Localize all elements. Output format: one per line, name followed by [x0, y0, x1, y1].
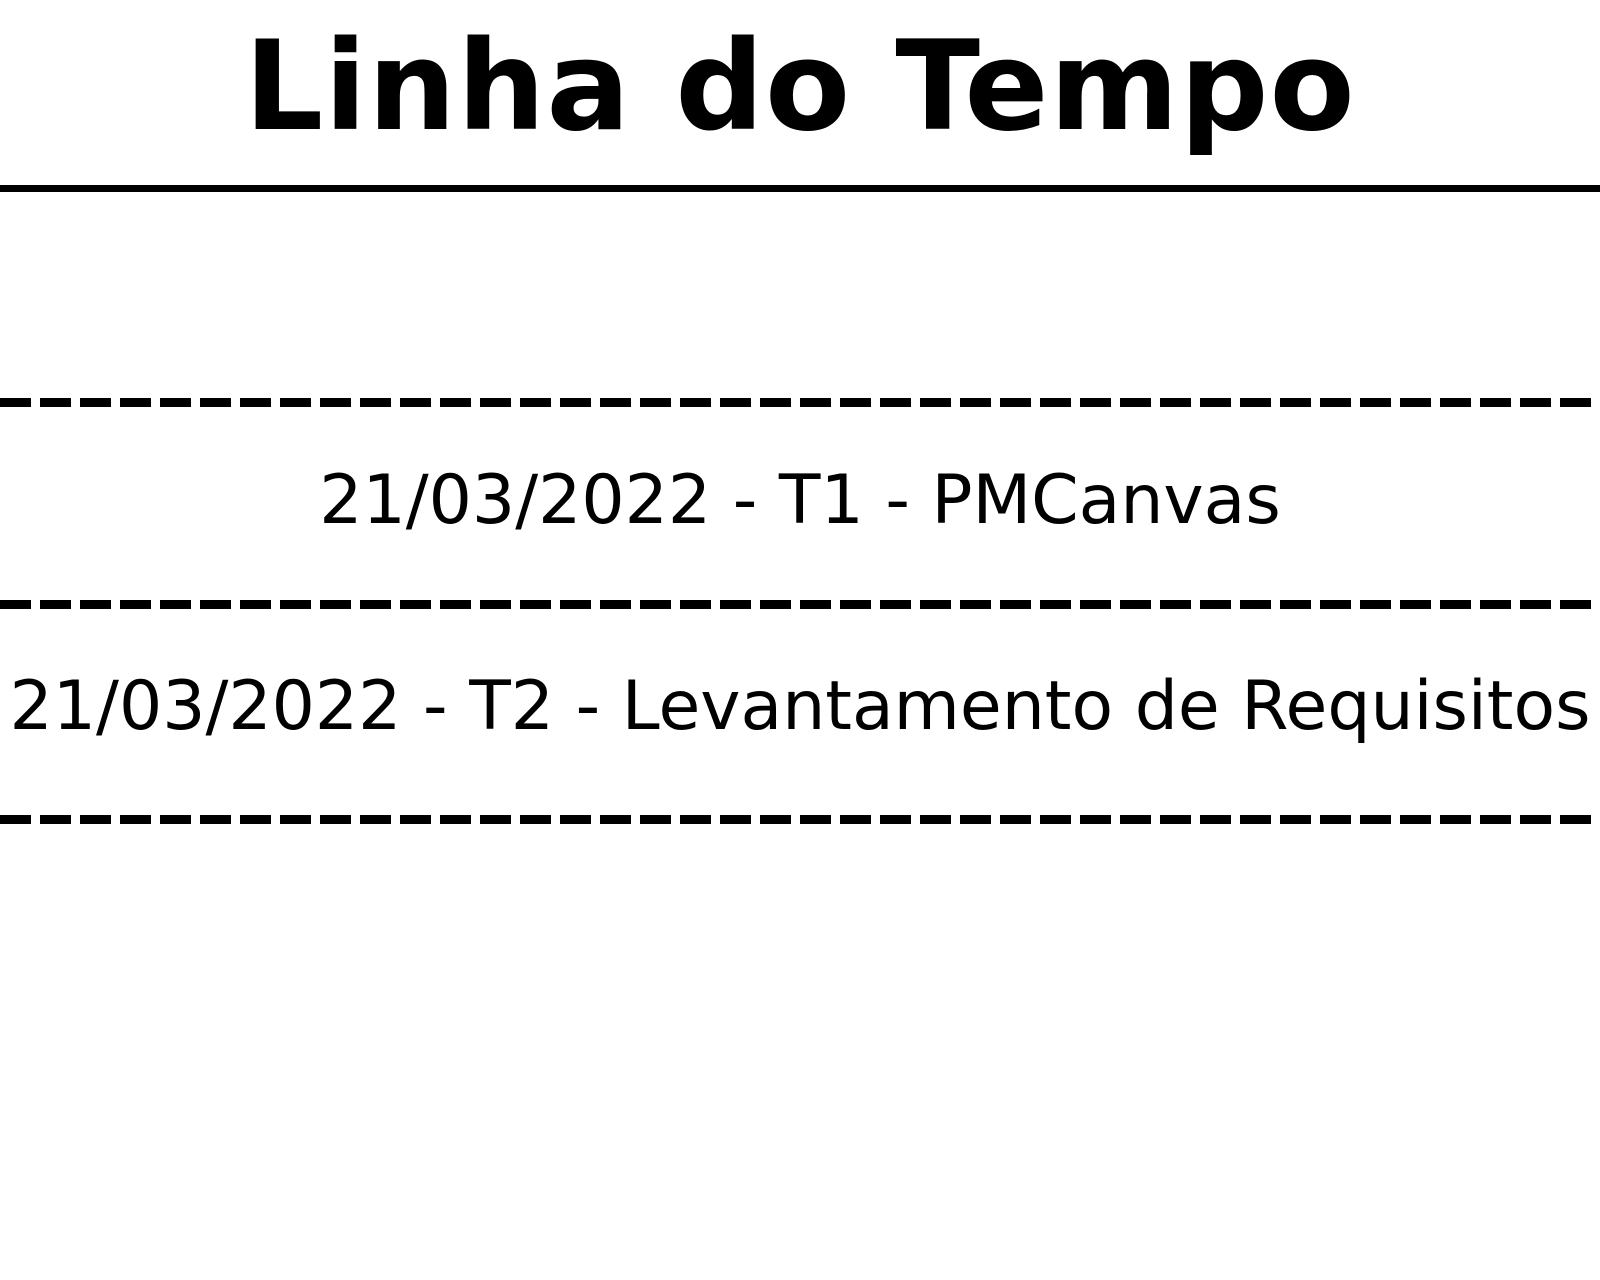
- title-divider: [0, 185, 1600, 192]
- page-title: Linha do Tempo: [244, 15, 1356, 159]
- timeline-entry-t2: 21/03/2022 - T2 - Levantamento de Requis…: [9, 667, 1591, 746]
- dashed-divider-middle: [0, 600, 1600, 609]
- timeline-entry-t1: 21/03/2022 - T1 - PMCanvas: [319, 461, 1281, 540]
- dashed-divider-top: [0, 398, 1600, 407]
- dashed-divider-bottom: [0, 815, 1600, 824]
